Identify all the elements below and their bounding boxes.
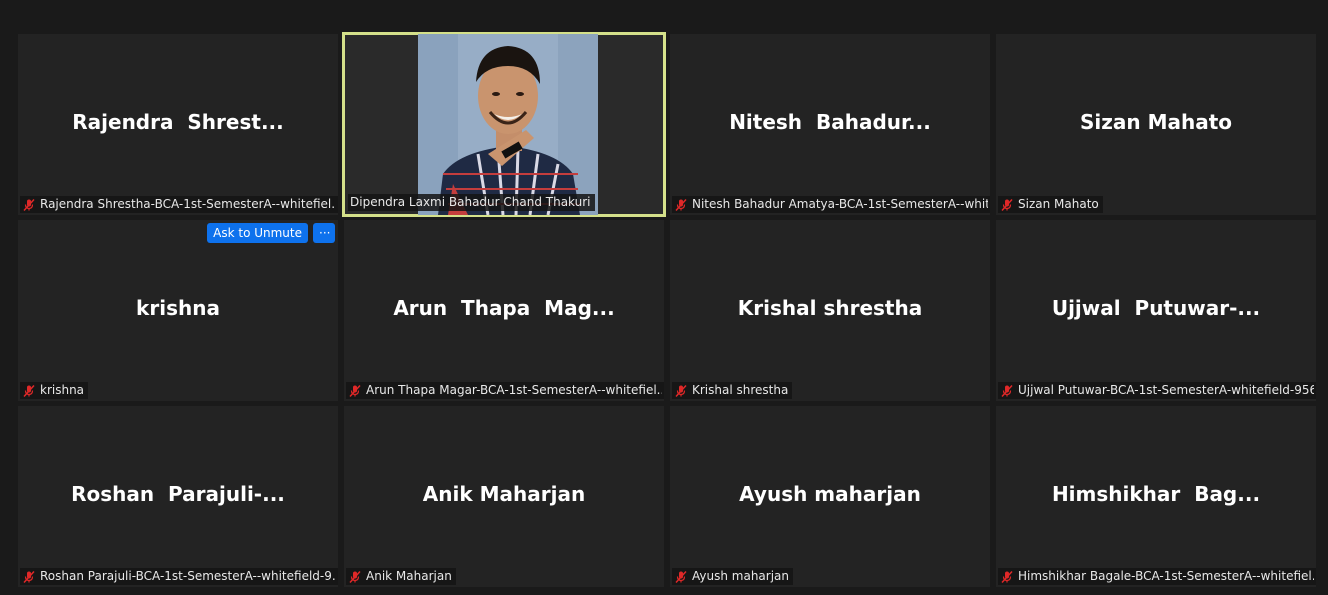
participant-name-tag: Rajendra Shrestha-BCA-1st-SemesterA--whi… [20, 196, 338, 213]
ask-to-unmute-button[interactable]: Ask to Unmute [207, 223, 308, 243]
participant-display-name: Sizan Mahato [1079, 109, 1233, 134]
participant-name-tag: Ujjwal Putuwar-BCA-1st-SemesterA-whitefi… [998, 382, 1316, 399]
mic-muted-icon [1001, 570, 1013, 583]
participant-name-tag: Arun Thapa Magar-BCA-1st-SemesterA--whit… [346, 382, 664, 399]
participant-display-name: Rajendra Shrest... [72, 109, 284, 134]
participant-name-tag: Anik Maharjan [346, 568, 456, 585]
participant-name-tag: Roshan Parajuli-BCA-1st-SemesterA--white… [20, 568, 338, 585]
participant-video [418, 34, 598, 215]
participant-name-tag: Dipendra Laxmi Bahadur Chand Thakuri [348, 194, 595, 211]
participant-label: Ayush maharjan [692, 569, 790, 583]
participant-tile[interactable]: Ujjwal Putuwar-... Ujjwal Putuwar-BCA-1s… [996, 220, 1316, 401]
participant-name-tag: Sizan Mahato [998, 196, 1103, 213]
mic-muted-icon [23, 198, 35, 211]
participant-tile[interactable]: Rajendra Shrest... Rajendra Shrestha-BCA… [18, 34, 338, 215]
participant-tile[interactable]: Sizan Mahato Sizan Mahato [996, 34, 1316, 215]
mic-muted-icon [675, 384, 687, 397]
mic-muted-icon [1001, 198, 1013, 211]
mic-muted-icon [349, 570, 361, 583]
more-options-button[interactable]: ··· [313, 223, 335, 243]
mic-muted-icon [675, 570, 687, 583]
participant-display-name: Himshikhar Bag... [1051, 481, 1261, 506]
participant-label: Himshikhar Bagale-BCA-1st-SemesterA--whi… [1018, 569, 1314, 583]
active-speaker-tile[interactable]: Dipendra Laxmi Bahadur Chand Thakuri [342, 32, 666, 217]
participant-tile[interactable]: Ayush maharjan Ayush maharjan [670, 406, 990, 587]
participant-label: Ujjwal Putuwar-BCA-1st-SemesterA-whitefi… [1018, 383, 1314, 397]
participant-name-tag: Ayush maharjan [672, 568, 794, 585]
mic-muted-icon [23, 570, 35, 583]
participant-name-tag: Krishal shrestha [672, 382, 793, 399]
mic-muted-icon [349, 384, 361, 397]
participant-tile[interactable]: Nitesh Bahadur... Nitesh Bahadur Amatya-… [670, 34, 990, 215]
participant-label: Dipendra Laxmi Bahadur Chand Thakuri [350, 195, 591, 209]
participant-grid: Rajendra Shrest... Rajendra Shrestha-BCA… [18, 32, 1316, 587]
participant-display-name: Roshan Parajuli-... [71, 481, 285, 506]
video-frame [418, 34, 598, 215]
participant-display-name: Ayush maharjan [739, 481, 921, 506]
more-options-icon: ··· [319, 226, 331, 240]
participant-label: Nitesh Bahadur Amatya-BCA-1st-SemesterA-… [692, 197, 988, 211]
participant-label: krishna [40, 383, 85, 397]
participant-label: Sizan Mahato [1018, 197, 1099, 211]
participant-tile[interactable]: Anik Maharjan Anik Maharjan [344, 406, 664, 587]
mic-muted-icon [23, 384, 35, 397]
participant-display-name: Krishal shrestha [737, 295, 923, 320]
participant-name-tag: Nitesh Bahadur Amatya-BCA-1st-SemesterA-… [672, 196, 990, 213]
meeting-gallery: Rajendra Shrest... Rajendra Shrestha-BCA… [0, 0, 1328, 595]
participant-label: Arun Thapa Magar-BCA-1st-SemesterA--whit… [366, 383, 662, 397]
participant-display-name: krishna [136, 295, 220, 320]
participant-display-name: Anik Maharjan [422, 481, 586, 506]
participant-display-name: Arun Thapa Mag... [393, 295, 615, 320]
participant-name-tag: Himshikhar Bagale-BCA-1st-SemesterA--whi… [998, 568, 1316, 585]
participant-tile[interactable]: Ask to Unmute ··· krishna krishna [18, 220, 338, 401]
participant-label: Rajendra Shrestha-BCA-1st-SemesterA--whi… [40, 197, 336, 211]
participant-label: Roshan Parajuli-BCA-1st-SemesterA--white… [40, 569, 336, 583]
mic-muted-icon [1001, 384, 1013, 397]
participant-tile[interactable]: Arun Thapa Mag... Arun Thapa Magar-BCA-1… [344, 220, 664, 401]
participant-label: Krishal shrestha [692, 383, 789, 397]
participant-tile[interactable]: Himshikhar Bag... Himshikhar Bagale-BCA-… [996, 406, 1316, 587]
participant-tile[interactable]: Krishal shrestha Krishal shrestha [670, 220, 990, 401]
mic-muted-icon [675, 198, 687, 211]
participant-label: Anik Maharjan [366, 569, 452, 583]
participant-name-tag: krishna [20, 382, 89, 399]
participant-display-name: Nitesh Bahadur... [729, 109, 931, 134]
participant-display-name: Ujjwal Putuwar-... [1051, 295, 1261, 320]
participant-tile[interactable]: Roshan Parajuli-... Roshan Parajuli-BCA-… [18, 406, 338, 587]
